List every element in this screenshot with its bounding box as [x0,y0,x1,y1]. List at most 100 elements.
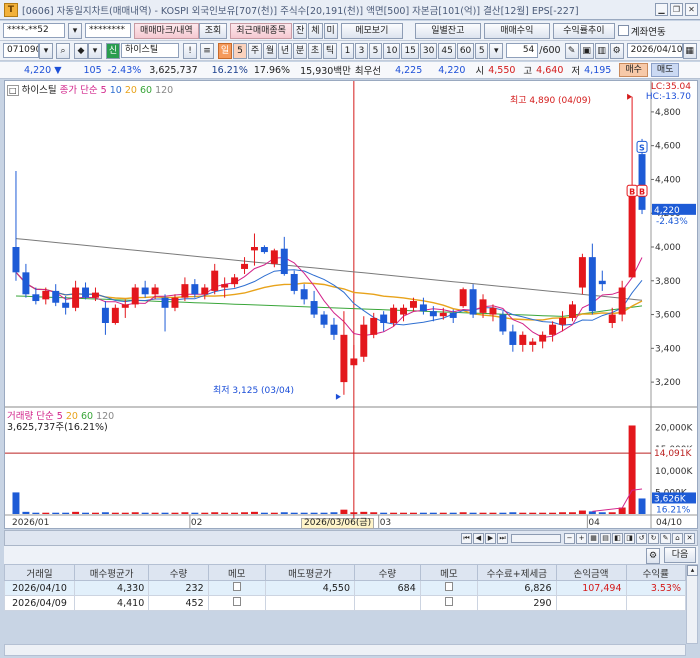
grid-settings-icon[interactable]: ⚙ [646,548,660,564]
tool-c-icon[interactable]: ◧ [612,533,623,544]
settings-tool-icon[interactable]: ✎ [564,42,579,59]
candle-body [499,314,507,332]
period-button[interactable]: 년 [278,42,292,59]
interval-button[interactable]: 60 [456,42,475,59]
candle-body [608,314,616,323]
memo-icon[interactable] [232,597,241,606]
column-header[interactable]: 메모 [419,564,479,581]
sell-button[interactable]: 매도 [650,63,680,77]
zoom-out-icon[interactable]: − [564,533,575,544]
interval-button[interactable]: 5 [369,42,382,59]
period-button[interactable]: 일 [218,42,232,59]
period-button[interactable]: 분 [293,42,307,59]
column-header[interactable]: 수량 [354,564,421,581]
interval-button[interactable]: 45 [438,42,456,59]
volume-bar [42,512,50,514]
trade-mark-button[interactable]: 매매마크/내역 [134,22,199,39]
memo-icon[interactable] [444,597,453,606]
filled-button[interactable]: 체 [308,22,323,39]
period-button[interactable]: 초 [308,42,322,59]
balance-button[interactable]: 잔 [292,22,308,39]
lc-hc-info: LC:35.04 HC:-13.70 [646,82,691,102]
column-header[interactable]: 매수평균가 [73,564,150,581]
zoom-slider[interactable] [511,534,561,543]
buy-button[interactable]: 매수 [619,63,648,77]
period-button[interactable]: 월 [263,42,277,59]
memo-view-button[interactable]: 메모보기 [340,22,403,39]
scroll-last-icon[interactable]: ⏭ [497,533,508,544]
period-button[interactable]: 5 [233,42,247,59]
group-icon[interactable]: ◆ [74,42,88,59]
close-icon[interactable]: ✕ [685,3,698,16]
table-row[interactable]: 2026/04/10 4,330 232 4,550 684 6,826 107,494 3.… [4,580,687,596]
account-field[interactable]: ****-**52 [3,23,65,38]
candlestick-chart[interactable]: 4,8004,6004,4004,2004,0003,8003,6003,400… [5,81,697,528]
trade-profit-button[interactable]: 매매수익 [483,22,550,39]
horizontal-scrollbar[interactable] [4,644,686,656]
scroll-prev-icon[interactable]: ◀ [473,533,484,544]
tool-b-icon[interactable]: ▤ [600,533,611,544]
tool-i-icon[interactable]: ✕ [684,533,695,544]
column-header[interactable]: 수수료+제세금 [477,564,557,581]
account-dropdown-icon[interactable]: ▾ [68,22,82,39]
interval-button[interactable]: 30 [419,42,438,59]
candle-body [72,287,80,308]
volume-bar [479,512,487,514]
column-header[interactable]: 매도평균가 [264,564,356,581]
unfilled-button[interactable]: 미 [323,22,338,39]
candle-body [52,290,60,303]
tool-e-icon[interactable]: ↺ [636,533,647,544]
date-field[interactable]: 2026/04/10 [626,43,683,58]
account-link-checkbox[interactable] [617,25,629,36]
memo-icon[interactable] [444,582,453,591]
interval-button[interactable]: 10 [383,42,401,59]
tool-d-icon[interactable]: ◨ [624,533,635,544]
search-icon[interactable]: ⌕ [56,42,70,59]
column-header[interactable]: 수익률 [625,564,687,581]
period-button[interactable]: 주 [248,42,262,59]
period-button[interactable]: 틱 [323,42,337,59]
price-change: 105 [83,64,102,76]
gear-icon[interactable]: ⚙ [609,42,624,59]
column-header[interactable]: 거래일 [4,564,75,581]
tool-g-icon[interactable]: ✎ [660,533,671,544]
restore-icon[interactable]: ❐ [670,3,683,16]
query-button[interactable]: 조회 [198,22,228,39]
interval-dropdown-icon[interactable]: ▾ [489,42,504,59]
calendar-icon[interactable]: ▦ [682,42,697,59]
group-dropdown-icon[interactable]: ▾ [88,42,102,59]
tool-f-icon[interactable]: ↻ [648,533,659,544]
candle-body [22,272,30,295]
tool-h-icon[interactable]: ⌂ [672,533,683,544]
chart-area[interactable]: 4,8004,6004,4004,2004,0003,8003,6003,400… [4,80,698,529]
scroll-up-icon[interactable]: ▴ [687,565,698,576]
zoom-in-icon[interactable]: + [576,533,587,544]
scroll-first-icon[interactable]: ⏮ [461,533,472,544]
interval-button[interactable]: 3 [355,42,368,59]
daily-balance-button[interactable]: 일별잔고 [414,22,481,39]
column-header[interactable]: 수량 [148,564,209,581]
column-header[interactable]: 메모 [207,564,266,581]
chart-type-icon[interactable]: ▥ [594,42,609,59]
alert-icon[interactable]: ! [183,42,197,59]
password-field[interactable]: ******** [85,23,131,38]
stock-code-field[interactable]: 071090 [3,43,39,58]
memo-icon[interactable] [232,582,241,591]
profit-trend-button[interactable]: 수익률추이 [552,22,615,39]
vertical-scrollbar[interactable]: ▴ [686,564,698,644]
tool-a-icon[interactable]: ▦ [588,533,599,544]
ruler-icon[interactable]: ≡ [200,42,214,59]
interval-button[interactable]: 15 [401,42,419,59]
minimize-icon[interactable]: ▁ [655,3,668,16]
market-badge: 신 [106,42,120,59]
table-row[interactable]: 2026/04/09 4,410 452 290 [4,595,687,611]
code-dropdown-icon[interactable]: ▾ [39,42,53,59]
recent-trades-button[interactable]: 최근매매종목 [230,22,292,39]
scroll-next-icon[interactable]: ▶ [485,533,496,544]
next-button[interactable]: 다음 [664,547,696,563]
save-icon[interactable]: ▣ [579,42,594,59]
interval-button[interactable]: 1 [341,42,354,59]
column-header[interactable]: 손익금액 [555,564,627,581]
interval-button[interactable]: 5 [475,42,489,59]
count-field[interactable]: 54 [506,43,539,58]
